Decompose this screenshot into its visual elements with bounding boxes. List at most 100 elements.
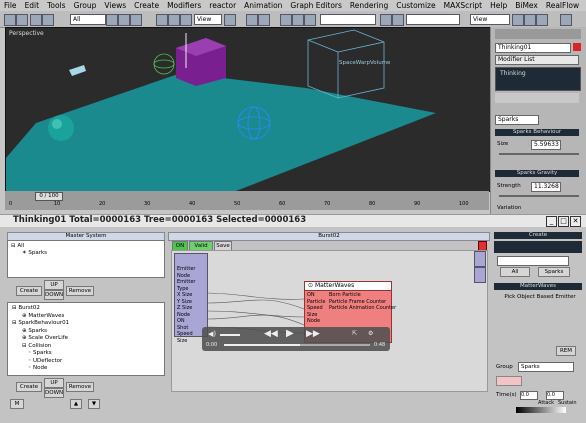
down-button-2[interactable]: DOWN (44, 388, 64, 398)
play-icon[interactable]: ▶ (286, 328, 294, 339)
create-button[interactable]: Create (16, 286, 42, 296)
menu-item-rendering[interactable]: Rendering (346, 1, 392, 10)
depot-tree[interactable]: ⊟ Burst02 ⊕ MatterWaves ⊟ SparkBehaviour01… (7, 302, 165, 376)
modifier-stack[interactable]: Thinking (495, 67, 581, 91)
emitter-node[interactable]: Emitter Node Emitter Type X Size Y Size Z Si… (174, 253, 208, 344)
stack-buttons[interactable] (495, 93, 579, 103)
remove-button[interactable]: Remove (66, 286, 94, 296)
matterwaves-rollout[interactable]: MatterWaves (494, 283, 582, 290)
create-combo[interactable] (497, 256, 569, 266)
view-combo[interactable]: View (470, 14, 510, 25)
snap-icon[interactable] (246, 14, 258, 26)
select-by-name-icon[interactable] (118, 14, 130, 26)
select-icon[interactable] (106, 14, 118, 26)
sub-field[interactable]: Sparks (495, 115, 539, 125)
depot-item[interactable]: ◦ Node (28, 365, 47, 371)
render-setup-icon[interactable] (392, 14, 404, 26)
strength-slider[interactable] (499, 195, 579, 197)
fast-forward-icon[interactable]: ▶▶ (306, 329, 320, 339)
pivot-icon[interactable] (224, 14, 236, 26)
event-canvas[interactable]: Emitter Node Emitter Type X Size Y Size Z Si… (171, 250, 488, 392)
menu-item-help[interactable]: Help (486, 1, 511, 10)
menu-item-file[interactable]: File (0, 1, 21, 10)
depot-item[interactable]: ⊕ MatterWaves (22, 313, 64, 319)
mirror-icon[interactable] (280, 14, 292, 26)
create-all-tab[interactable]: All (500, 267, 530, 277)
maximize-button[interactable]: □ (558, 216, 569, 227)
undo-icon[interactable] (4, 14, 16, 26)
menu-item-edit[interactable]: Edit (21, 1, 44, 10)
depot-item[interactable]: ◦ Sparks (28, 350, 52, 356)
layer-icon[interactable] (304, 14, 316, 26)
node-title-bar[interactable]: ⊙ MatterWaves (305, 282, 391, 291)
depot-item[interactable]: ⊟ Collision (22, 343, 51, 349)
unlink-icon[interactable] (42, 14, 54, 26)
align-icon[interactable] (292, 14, 304, 26)
menu-item-group[interactable]: Group (70, 1, 101, 10)
perspective-viewport[interactable]: Perspective SpaceWarpVolume (5, 27, 491, 192)
fullscreen-icon[interactable]: ⇱ (352, 330, 357, 337)
object-name-field[interactable]: Thinking01 (495, 43, 571, 53)
video-progress[interactable] (224, 344, 370, 346)
group-combo[interactable]: Sparks (518, 362, 574, 372)
selection-filter[interactable]: All (70, 14, 106, 25)
time-field-2[interactable]: 0.0 (546, 391, 564, 400)
create-button-2[interactable]: Create (16, 382, 42, 392)
menu-item-create[interactable]: Create (130, 1, 163, 10)
quick-render-icon[interactable] (524, 14, 536, 26)
menu-item-reactor[interactable]: reactor (205, 1, 240, 10)
rotate-icon[interactable] (168, 14, 180, 26)
plane-object[interactable] (69, 65, 86, 76)
depot-item[interactable]: ⊕ Scale OverLife (22, 335, 68, 341)
menu-item-realflow[interactable]: RealFlow (542, 1, 583, 10)
render-icon[interactable] (512, 14, 524, 26)
menu-item-tools[interactable]: Tools (43, 1, 69, 10)
rollout-sparks-gravity[interactable]: Sparks Gravity (495, 170, 579, 177)
menu-item-bimex[interactable]: BiMex (511, 1, 542, 10)
link-icon[interactable] (30, 14, 42, 26)
size-spinner[interactable]: 5.59633 (531, 140, 561, 150)
menu-item-animation[interactable]: Animation (240, 1, 286, 10)
stack-item[interactable]: Thinking (496, 68, 580, 79)
volume-icon[interactable]: ◀) (208, 330, 216, 338)
command-panel-tabs[interactable] (495, 29, 581, 39)
material-editor-icon[interactable] (380, 14, 392, 26)
ref-coord-combo[interactable]: View (194, 14, 222, 25)
depot-item[interactable]: ⊕ Sparks (22, 328, 47, 334)
time-field-1[interactable]: 0.0 (520, 391, 538, 400)
side-port-top[interactable] (474, 251, 486, 267)
m-button[interactable]: M (10, 399, 24, 409)
timeline[interactable]: 0 / 100 0 10 20 30 40 50 60 70 80 90 100 (5, 191, 489, 210)
settings-icon[interactable]: ⚙ (368, 330, 373, 337)
side-port-bottom[interactable] (474, 267, 486, 283)
node-port[interactable]: Node (307, 318, 325, 325)
down-button[interactable]: DOWN (44, 290, 64, 300)
redo-icon[interactable] (16, 14, 28, 26)
up-button[interactable]: UP (44, 280, 64, 290)
menu-item-maxscript[interactable]: MAXScript (440, 1, 487, 10)
group-color-swatch[interactable] (496, 376, 522, 386)
emitter-helper[interactable] (153, 53, 175, 75)
tree-item-all[interactable]: ⊟ All (11, 243, 24, 249)
tree-item-sparks[interactable]: ✶ Sparks (22, 250, 47, 256)
render-combo[interactable] (320, 14, 376, 25)
move-down-icon[interactable]: ▼ (88, 399, 100, 409)
rollout-sparks-behaviour[interactable]: Sparks Behaviour (495, 129, 579, 136)
time-slider[interactable]: 0 / 100 (35, 192, 63, 201)
up-button-2[interactable]: UP (44, 378, 64, 388)
cursor-icon[interactable] (560, 14, 572, 26)
menu-item-views[interactable]: Views (100, 1, 130, 10)
envelope-gradient[interactable] (516, 407, 566, 413)
depot-item[interactable]: ⊟ SparkBehaviour01 (12, 320, 69, 326)
menu-item-customize[interactable]: Customize (392, 1, 439, 10)
close-button[interactable]: ✕ (570, 216, 581, 227)
object-color-swatch[interactable] (573, 43, 581, 51)
remove-button-2[interactable]: Remove (66, 382, 94, 392)
particle-flow-titlebar[interactable]: Thinking01 Total=0000163 Tree=0000163 Se… (0, 214, 586, 228)
volume-slider[interactable] (220, 334, 240, 336)
scale-icon[interactable] (180, 14, 192, 26)
strength-spinner[interactable]: 11.3268 (531, 182, 561, 192)
create-icons-bar[interactable] (494, 241, 582, 253)
create-sparks-tab[interactable]: Sparks (538, 267, 570, 277)
node-output[interactable]: Particle Animation Counter (329, 305, 396, 312)
